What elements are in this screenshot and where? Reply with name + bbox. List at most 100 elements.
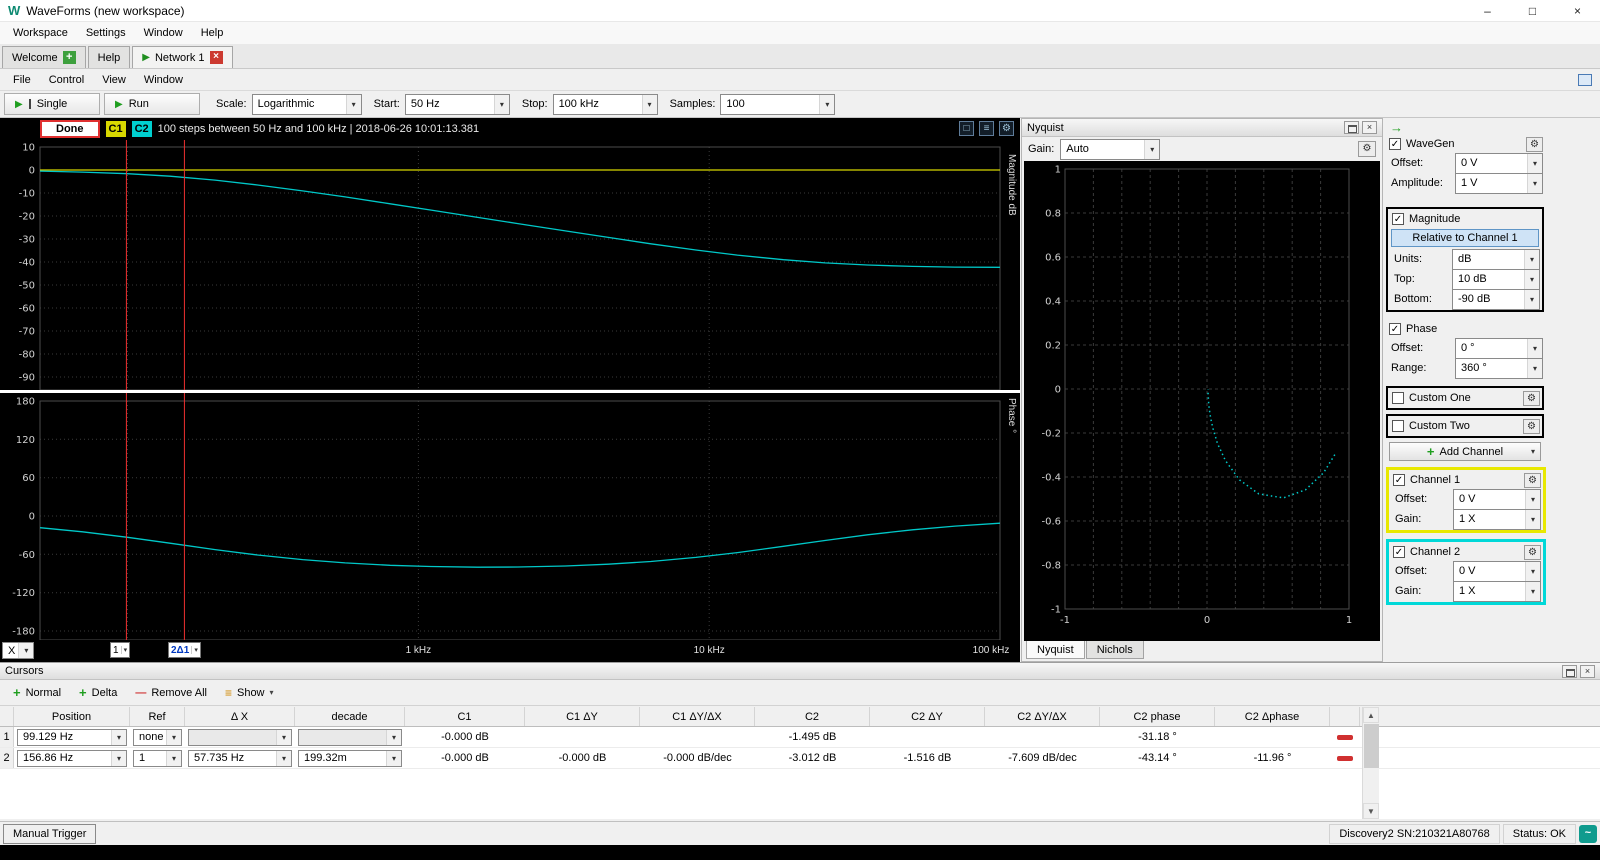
close-tab-icon[interactable]: ×: [210, 51, 223, 64]
float-window-icon[interactable]: [1578, 74, 1592, 86]
tab-welcome[interactable]: Welcome +: [2, 46, 86, 68]
tab-nyquist[interactable]: Nyquist: [1026, 641, 1085, 659]
wavegen-checkbox[interactable]: ✓: [1389, 138, 1401, 150]
remove-all-cursors-button[interactable]: — Remove All: [126, 682, 216, 704]
phase-offset-select[interactable]: 0 ° ▾: [1455, 338, 1543, 359]
wavegen-amplitude-select[interactable]: 1 V ▾: [1455, 173, 1543, 194]
single-button[interactable]: ▶ Single: [4, 93, 100, 115]
single-view-icon[interactable]: □: [959, 121, 974, 136]
dropdown-icon: ▾: [494, 95, 509, 114]
scroll-up-icon[interactable]: ▲: [1363, 707, 1379, 723]
position-select[interactable]: 99.129 Hz▾: [17, 729, 127, 746]
decade-select[interactable]: 199.32m▾: [298, 750, 402, 767]
channel2-offset-select[interactable]: 0 V ▾: [1453, 561, 1541, 582]
acquisition-status: Done: [40, 120, 100, 138]
cursor-tag-2[interactable]: 2Δ1▾: [168, 642, 201, 658]
channel1-badge[interactable]: C1: [106, 121, 126, 137]
menu-window2[interactable]: Window: [135, 71, 192, 89]
float-panel-icon[interactable]: [1344, 121, 1359, 134]
nyquist-titlebar[interactable]: Nyquist ×: [1022, 119, 1382, 137]
add-channel-button[interactable]: + Add Channel ▾: [1389, 442, 1541, 461]
float-panel-icon[interactable]: [1562, 665, 1577, 678]
wavegen-settings-icon[interactable]: ⚙: [1526, 137, 1543, 152]
value-cell: -0.000 dB: [405, 752, 525, 764]
menu-control[interactable]: Control: [40, 71, 93, 89]
phase-range-select[interactable]: 360 ° ▾: [1455, 358, 1543, 379]
nyquist-settings-icon[interactable]: ⚙: [1358, 141, 1376, 157]
close-panel-icon[interactable]: ×: [1580, 665, 1595, 678]
menu-file[interactable]: File: [4, 71, 40, 89]
tab-help[interactable]: Help: [88, 46, 131, 68]
dropdown-icon: ▾: [1524, 290, 1539, 309]
relative-to-channel1-button[interactable]: Relative to Channel 1: [1391, 229, 1539, 247]
ref-select[interactable]: 1▾: [133, 750, 182, 767]
cursor-tag-1[interactable]: 1▾: [110, 642, 130, 658]
start-value: 50 Hz: [411, 98, 440, 110]
plot-settings-icon[interactable]: ⚙: [999, 121, 1014, 136]
channel2-checkbox[interactable]: ✓: [1393, 546, 1405, 558]
samples-select[interactable]: 100 ▾: [720, 94, 835, 115]
minimize-icon[interactable]: –: [1465, 0, 1510, 22]
channel2-offset-value: 0 V: [1459, 565, 1476, 577]
phase-checkbox[interactable]: ✓: [1389, 323, 1401, 335]
remove-cursor-button[interactable]: [1330, 731, 1360, 743]
channel2-settings-icon[interactable]: ⚙: [1524, 545, 1541, 560]
position-select[interactable]: 156.86 Hz▾: [17, 750, 127, 767]
svg-text:1: 1: [1346, 615, 1352, 626]
menu-help[interactable]: Help: [192, 24, 233, 42]
channel1-gain-select[interactable]: 1 X ▾: [1453, 509, 1541, 530]
remove-cursor-button[interactable]: [1330, 752, 1360, 764]
show-menu-button[interactable]: ≡ Show ▾: [216, 682, 283, 704]
stop-select[interactable]: 100 kHz ▾: [553, 94, 658, 115]
start-select[interactable]: 50 Hz ▾: [405, 94, 510, 115]
magnitude-checkbox[interactable]: ✓: [1392, 213, 1404, 225]
ref-select[interactable]: none▾: [133, 729, 182, 746]
run-button[interactable]: ▶ Run: [104, 93, 200, 115]
custom-one-checkbox[interactable]: [1392, 392, 1404, 404]
scrollbar-thumb[interactable]: [1364, 724, 1379, 768]
dropdown-icon: ▾: [1144, 140, 1159, 159]
close-icon[interactable]: ×: [1555, 0, 1600, 22]
nyquist-plot-area[interactable]: 10.80.60.40.20-0.2-0.4-0.6-0.8-1-101: [1024, 161, 1380, 641]
add-normal-cursor-button[interactable]: + Normal: [4, 682, 70, 704]
menu-view[interactable]: View: [93, 71, 135, 89]
phase-plot[interactable]: 180120600-60-120-180: [0, 393, 1020, 640]
menu-workspace[interactable]: Workspace: [4, 24, 77, 42]
magnitude-axis-label: Magnitude dB: [1006, 154, 1017, 216]
add-instrument-icon[interactable]: +: [63, 51, 76, 64]
scale-select[interactable]: Logarithmic ▾: [252, 94, 362, 115]
custom-two-settings-icon[interactable]: ⚙: [1523, 419, 1540, 434]
maximize-icon[interactable]: □: [1510, 0, 1555, 22]
bottom-select[interactable]: -90 dB ▾: [1452, 289, 1540, 310]
units-select[interactable]: dB ▾: [1452, 249, 1540, 270]
nyquist-title: Nyquist: [1027, 122, 1064, 134]
custom-one-settings-icon[interactable]: ⚙: [1523, 391, 1540, 406]
cursors-titlebar[interactable]: Cursors ×: [0, 663, 1600, 680]
list-view-icon[interactable]: ≡: [979, 121, 994, 136]
scroll-down-icon[interactable]: ▼: [1363, 803, 1379, 819]
channel1-checkbox[interactable]: ✓: [1393, 474, 1405, 486]
dropdown-icon: ▾: [346, 95, 361, 114]
add-delta-cursor-button[interactable]: + Delta: [70, 682, 126, 704]
gain-select[interactable]: Auto ▾: [1060, 139, 1160, 160]
custom-two-checkbox[interactable]: [1392, 420, 1404, 432]
dropdown-icon: ▾: [1527, 154, 1542, 173]
channel1-offset-select[interactable]: 0 V ▾: [1453, 489, 1541, 510]
device-icon[interactable]: ~: [1579, 825, 1597, 843]
close-panel-icon[interactable]: ×: [1362, 121, 1377, 134]
menu-settings[interactable]: Settings: [77, 24, 135, 42]
channel1-settings-icon[interactable]: ⚙: [1524, 473, 1541, 488]
wavegen-offset-select[interactable]: 0 V ▾: [1455, 153, 1543, 174]
menu-window[interactable]: Window: [135, 24, 192, 42]
table-scrollbar[interactable]: ▲ ▼: [1362, 707, 1379, 819]
channel2-gain-select[interactable]: 1 X ▾: [1453, 581, 1541, 602]
tab-nichols[interactable]: Nichols: [1086, 641, 1144, 659]
channel2-badge[interactable]: C2: [132, 121, 152, 137]
delta-x-select[interactable]: 57.735 Hz▾: [188, 750, 292, 767]
collapse-panel-icon[interactable]: →: [1390, 120, 1600, 135]
magnitude-plot[interactable]: 100-10-20-30-40-50-60-70-80-90: [0, 140, 1020, 390]
tab-network1[interactable]: ▶ Network 1 ×: [132, 46, 232, 68]
manual-trigger-button[interactable]: Manual Trigger: [3, 824, 96, 844]
top-select[interactable]: 10 dB ▾: [1452, 269, 1540, 290]
x-axis-select[interactable]: X ▾: [2, 642, 34, 659]
